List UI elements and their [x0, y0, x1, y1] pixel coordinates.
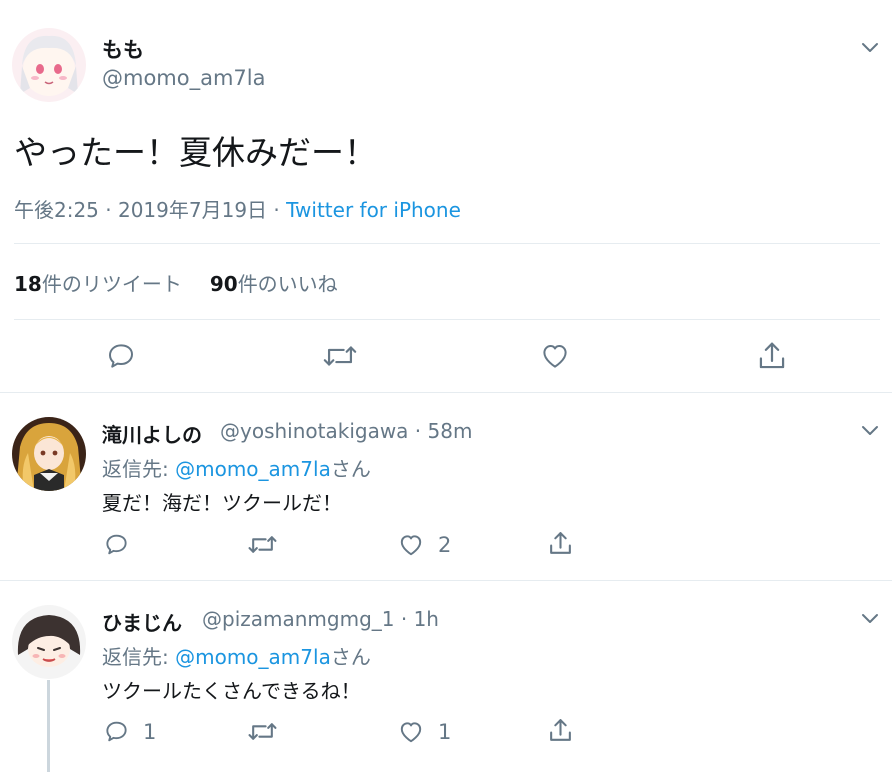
replying-to-prefix: 返信先:	[102, 645, 176, 669]
reply-text: ツクールたくさんできるね！	[102, 679, 361, 703]
replying-to-prefix: 返信先:	[102, 457, 176, 481]
reply-author-display-name[interactable]: 滝川よしの	[102, 419, 202, 448]
retweet-button[interactable]	[248, 532, 291, 557]
avatar[interactable]	[12, 605, 86, 679]
divider	[14, 243, 880, 244]
reply-button[interactable]	[106, 341, 136, 371]
chevron-down-icon[interactable]	[858, 609, 882, 629]
reply-author-handle-and-time: @pizamanmgmg_1 · 1h	[202, 607, 439, 631]
like-button[interactable]: 2	[398, 532, 451, 558]
like-button[interactable]	[540, 341, 570, 371]
replying-to-mention[interactable]: @momo_am7la	[175, 645, 331, 669]
tweet-source-link[interactable]: Twitter for iPhone	[286, 198, 461, 222]
reply-author-display-name[interactable]: ひまじん	[102, 607, 182, 636]
reply-timestamp[interactable]: · 1h	[395, 607, 439, 631]
avatar-image	[12, 417, 86, 491]
tweet-stats: 18件のリツイート 90件のいいね	[14, 268, 338, 297]
retweets-count: 18	[14, 272, 42, 296]
reply-tweet[interactable]: 滝川よしの @yoshinotakigawa · 58m 返信先: @momo_…	[0, 393, 892, 580]
reply-text: 夏だ！海だ！ツクールだ！	[102, 491, 342, 515]
main-tweet: もも @momo_am7la やったー！夏休みだー！ 午後2:25 · 2019…	[0, 0, 892, 393]
share-button[interactable]	[548, 530, 573, 557]
avatar[interactable]	[12, 28, 86, 102]
heart-icon	[400, 535, 422, 556]
likes-stat[interactable]: 90件のいいね	[210, 272, 338, 296]
like-button[interactable]: 1	[398, 719, 451, 745]
share-button[interactable]	[548, 717, 573, 744]
reply-author-handle-and-time: @yoshinotakigawa · 58m	[220, 419, 472, 443]
replying-to: 返信先: @momo_am7laさん	[102, 641, 371, 670]
reply-icon	[106, 534, 127, 555]
author-display-name[interactable]: もも	[102, 34, 144, 64]
replying-to: 返信先: @momo_am7laさん	[102, 453, 371, 482]
divider	[14, 319, 880, 320]
retweet-icon	[248, 536, 277, 553]
chevron-down-icon[interactable]	[858, 38, 882, 58]
tweet-text: やったー！夏休みだー！	[14, 133, 377, 172]
reply-tweet[interactable]: ひまじん @pizamanmgmg_1 · 1h 返信先: @momo_am7l…	[0, 581, 892, 772]
reply-icon	[109, 344, 133, 368]
like-count: 2	[438, 533, 452, 557]
replying-to-suffix: さん	[330, 645, 371, 669]
tweet-meta: 午後2:25 · 2019年7月19日 · Twitter for iPhone	[14, 194, 461, 223]
reply-timestamp[interactable]: · 58m	[408, 419, 473, 443]
retweet-icon	[248, 723, 277, 740]
share-icon	[550, 719, 571, 741]
likes-label: 件のいいね	[237, 272, 338, 296]
reply-count: 1	[143, 719, 157, 744]
chevron-down-icon[interactable]	[858, 421, 882, 441]
heart-icon	[543, 345, 567, 368]
replying-to-mention[interactable]: @momo_am7la	[175, 457, 331, 481]
retweet-icon	[323, 346, 357, 366]
reply-button[interactable]	[104, 532, 143, 557]
share-button[interactable]	[757, 340, 787, 372]
reply-button[interactable]: 1	[104, 719, 156, 744]
thread-connector-line	[47, 680, 50, 772]
avatar-image	[12, 28, 86, 102]
retweets-stat[interactable]: 18件のリツイート	[14, 272, 182, 296]
retweets-label: 件のリツイート	[41, 272, 182, 296]
author-handle[interactable]: @momo_am7la	[102, 66, 266, 90]
like-count: 1	[438, 720, 452, 744]
reply-icon	[106, 721, 127, 742]
likes-count: 90	[209, 272, 238, 296]
avatar-image	[12, 605, 86, 679]
retweet-button[interactable]	[323, 341, 357, 371]
avatar[interactable]	[12, 417, 86, 491]
replying-to-suffix: さん	[330, 457, 371, 481]
reply-author-handle[interactable]: @yoshinotakigawa	[220, 419, 408, 443]
share-icon	[550, 532, 571, 554]
heart-icon	[400, 722, 422, 743]
share-icon	[759, 342, 785, 369]
retweet-button[interactable]	[248, 719, 291, 744]
reply-author-handle[interactable]: @pizamanmgmg_1	[202, 607, 395, 631]
tweet-timestamp[interactable]: 午後2:25 · 2019年7月19日 ·	[14, 198, 286, 222]
